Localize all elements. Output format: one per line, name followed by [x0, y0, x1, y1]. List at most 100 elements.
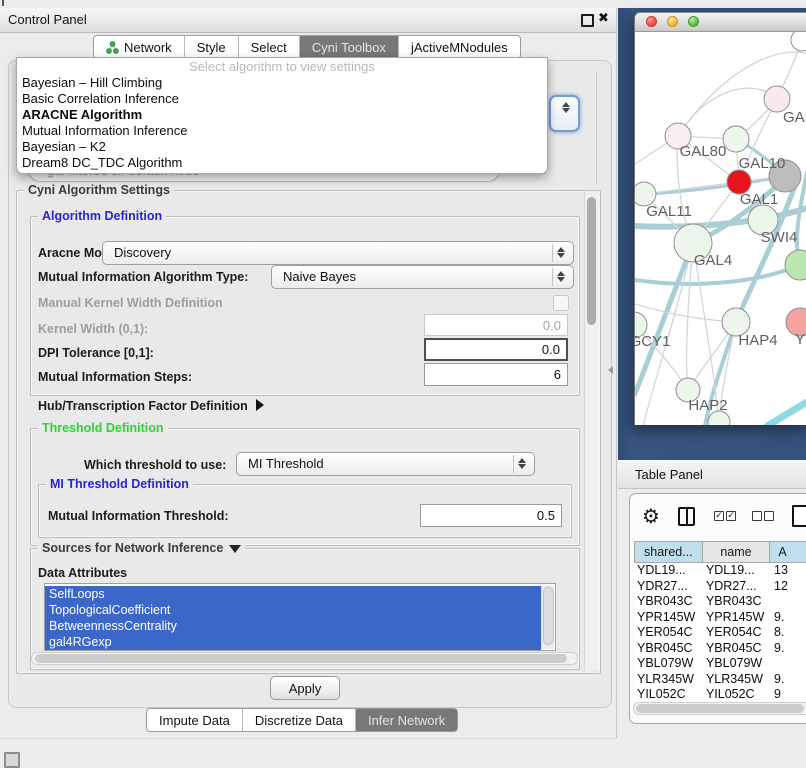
apply-button[interactable]: Apply — [270, 676, 340, 700]
column-header-name[interactable]: name — [703, 541, 771, 563]
dock-panel-icon[interactable] — [4, 752, 20, 768]
table-row[interactable]: YBR045CYBR045C9. — [634, 641, 806, 657]
table-row[interactable]: YDL19...YDL19...13 — [634, 563, 806, 579]
sources-toggle[interactable]: Sources for Network Inference — [38, 541, 245, 555]
scrollbar-thumb[interactable] — [587, 197, 596, 325]
column-header-shared[interactable]: shared... — [634, 541, 703, 563]
focused-combo-fragment[interactable] — [549, 95, 580, 132]
mi-algorithm-type-combo[interactable]: Naive Bayes — [271, 265, 574, 289]
network-node[interactable] — [785, 250, 806, 280]
mi-steps-field[interactable]: 6 — [424, 363, 568, 386]
tab-cyni-toolbox[interactable]: Cyni Toolbox — [299, 36, 398, 58]
attribute-items: SelfLoopsTopologicalCoefficientBetweenne… — [45, 586, 555, 650]
algorithm-option-bayesian-k2[interactable]: Bayesian – K2 — [17, 139, 547, 155]
unchecked-checkbox-icon[interactable] — [752, 511, 762, 521]
close-icon[interactable]: ✖ — [598, 11, 609, 26]
node-label-gal: GAL — [783, 109, 806, 126]
resize-handle-icon[interactable] — [608, 366, 613, 374]
tab-label: Discretize Data — [255, 713, 343, 728]
scrollbar-thumb[interactable] — [543, 587, 554, 645]
table-row[interactable]: YLR345WYLR345W9. — [634, 672, 806, 688]
list-hscrollbar[interactable] — [31, 652, 578, 665]
table-row[interactable]: YBR043CYBR043C — [634, 594, 806, 610]
algorithm-option-aracne-algorithm[interactable]: ARACNE Algorithm — [17, 107, 547, 123]
table-row[interactable]: YPR145WYPR145W9. — [634, 610, 806, 626]
group-title: Algorithm Definition — [38, 209, 166, 223]
checked-checkbox-icon[interactable]: ✓ — [714, 511, 724, 521]
node-label-gal80: GAL80 — [680, 143, 727, 160]
table-cell: YBR045C — [703, 641, 771, 657]
scrollbar-thumb[interactable] — [636, 704, 804, 713]
table-cell: YPR145W — [703, 610, 771, 626]
tab-infer-network[interactable]: Infer Network — [355, 709, 457, 731]
close-traffic-light[interactable] — [646, 16, 657, 27]
panel-title: Control Panel — [8, 8, 87, 32]
kernel-width-field[interactable]: 0.0 — [424, 314, 568, 336]
table-cell: YLR345W — [703, 672, 771, 688]
attribute-item-topologicalcoefficient[interactable]: TopologicalCoefficient — [45, 602, 541, 618]
aracne-mode-combo[interactable]: Discovery — [102, 241, 574, 265]
node-label-gal1: GAL1 — [740, 191, 778, 208]
list-scrollbar[interactable] — [541, 585, 554, 649]
gear-icon[interactable]: ⚙ — [642, 504, 660, 528]
zoom-traffic-light[interactable] — [688, 16, 699, 27]
table-row[interactable]: YBL079WYBL079W — [634, 656, 806, 672]
data-attributes-list[interactable]: SelfLoopsTopologicalCoefficientBetweenne… — [44, 583, 556, 651]
table-row[interactable]: YDR27...YDR27...12 — [634, 579, 806, 595]
algorithm-option-basic-correlation-inference[interactable]: Basic Correlation Inference — [17, 91, 547, 107]
tab-jactivemnodules[interactable]: jActiveMNodules — [398, 36, 520, 58]
algorithm-option-mutual-information-inference[interactable]: Mutual Information Inference — [17, 123, 547, 139]
table-row[interactable]: YIL052CYIL052C9 — [634, 687, 806, 702]
settings-scrollbar[interactable] — [584, 191, 599, 671]
network-edge[interactable] — [644, 182, 739, 194]
algorithm-option-bayesian-hill-climbing[interactable]: Bayesian – Hill Climbing — [17, 75, 547, 91]
table-cell: 8. — [771, 625, 806, 641]
column-header-a[interactable]: A — [770, 541, 806, 563]
table-toolbar: ⚙ ✓ ✓ — [630, 502, 806, 534]
group-title: Cyni Algorithm Settings — [24, 183, 174, 197]
network-node[interactable] — [791, 32, 806, 51]
checked-checkbox-icon[interactable]: ✓ — [726, 511, 736, 521]
table-panel-title: Table Panel — [635, 461, 703, 488]
dpi-tolerance-label: DPI Tolerance [0,1]: — [38, 346, 154, 360]
mi-threshold-field[interactable]: 0.5 — [420, 504, 562, 527]
node-table: shared...nameA YDL19...YDL19...13YDR27..… — [634, 541, 806, 702]
tab-select[interactable]: Select — [238, 36, 299, 58]
table-cell: YLR345W — [634, 672, 703, 688]
table-row[interactable]: YER054CYER054C8. — [634, 625, 806, 641]
attribute-item-selfloops[interactable]: SelfLoops — [45, 586, 541, 602]
network-edge[interactable] — [635, 304, 736, 322]
minimize-traffic-light[interactable] — [667, 16, 678, 27]
manual-kernel-checkbox[interactable] — [553, 295, 569, 311]
data-attributes-label: Data Attributes — [38, 566, 127, 580]
scrollbar-thumb[interactable] — [35, 654, 567, 663]
network-window-titlebar[interactable] — [635, 13, 806, 32]
unchecked-checkbox-icon[interactable] — [764, 511, 774, 521]
tab-impute-data[interactable]: Impute Data — [147, 709, 242, 731]
document-icon[interactable] — [792, 505, 806, 527]
network-edge[interactable] — [767, 402, 806, 425]
hub-definition-toggle[interactable]: Hub/Transcription Factor Definition — [38, 399, 264, 413]
table-cell: YIL052C — [703, 687, 771, 702]
network-canvas[interactable]: GALGAL80GAL10GAL1GAL11SWI4GAL4GCY1HAP4YH… — [635, 32, 806, 425]
split-columns-icon[interactable] — [678, 507, 695, 526]
kernel-width-label: Kernel Width (0,1): — [38, 322, 148, 336]
tab-label: Cyni Toolbox — [312, 40, 386, 55]
float-panel-icon[interactable] — [581, 14, 594, 27]
panel-divider[interactable] — [616, 8, 617, 738]
dpi-tolerance-field[interactable]: 0.0 — [424, 338, 568, 361]
tab-discretize-data[interactable]: Discretize Data — [242, 709, 355, 731]
table-hscrollbar[interactable] — [633, 702, 806, 715]
attribute-item-betweennesscentrality[interactable]: BetweennessCentrality — [45, 618, 541, 634]
network-node-gal10[interactable] — [723, 126, 749, 152]
which-threshold-combo[interactable]: MI Threshold — [236, 452, 535, 476]
sources-title: Sources for Network Inference — [42, 541, 223, 555]
tab-style[interactable]: Style — [184, 36, 238, 58]
combo-stepper-icon — [562, 101, 571, 114]
group-title: Threshold Definition — [38, 421, 168, 435]
table-cell: YDR27... — [703, 579, 771, 595]
tab-network[interactable]: Network — [94, 36, 184, 58]
algorithm-option-dream8-dc-tdc-algorithm[interactable]: Dream8 DC_TDC Algorithm — [17, 155, 547, 171]
attribute-item-gal4rgexp[interactable]: gal4RGexp — [45, 634, 541, 650]
tab-label: Infer Network — [368, 713, 445, 728]
